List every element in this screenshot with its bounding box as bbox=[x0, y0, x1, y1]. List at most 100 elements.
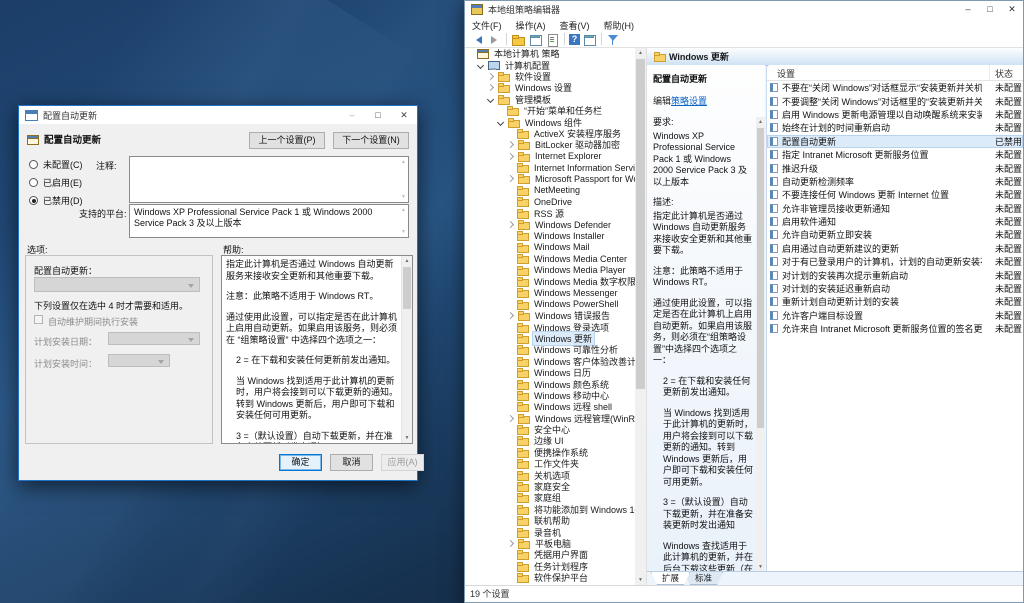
tree-item[interactable]: Internet Information Services bbox=[465, 162, 635, 173]
radio-button-icon[interactable] bbox=[29, 160, 38, 169]
chevron-right-icon[interactable] bbox=[507, 540, 514, 547]
chevron-down-icon[interactable] bbox=[497, 118, 504, 125]
scroll-thumb[interactable] bbox=[757, 128, 764, 428]
setting-row-selected[interactable]: 配置自动更新已禁用 bbox=[767, 135, 1023, 148]
setting-row[interactable]: 允许非管理员接收更新通知未配置 bbox=[767, 202, 1023, 215]
minimize-icon[interactable]: – bbox=[339, 106, 365, 124]
setting-row[interactable]: 启用软件通知未配置 bbox=[767, 215, 1023, 228]
comment-input[interactable]: ▲ ▼ bbox=[129, 156, 409, 203]
setting-row[interactable]: 指定 Intranet Microsoft 更新服务位置未配置 bbox=[767, 148, 1023, 161]
radio-button-icon[interactable] bbox=[29, 196, 38, 205]
previous-setting-button[interactable]: 上一个设置(P) bbox=[249, 132, 325, 149]
tree-item[interactable]: Windows Messenger bbox=[465, 287, 635, 298]
tree-scrollbar[interactable]: ▲ ▼ bbox=[635, 48, 646, 585]
apply-button[interactable]: 应用(A) bbox=[381, 454, 424, 471]
tree-item[interactable]: RSS 源 bbox=[465, 207, 635, 218]
scroll-up-icon[interactable]: ▲ bbox=[635, 48, 646, 58]
ok-button[interactable]: 确定 bbox=[279, 454, 322, 471]
tree-item[interactable]: Windows Defender bbox=[465, 219, 635, 230]
view-tabs: 扩展 标准 bbox=[647, 571, 1023, 585]
scroll-up-icon[interactable]: ▲ bbox=[402, 256, 412, 266]
description-scrollbar[interactable]: ▲ ▼ bbox=[756, 117, 765, 572]
tree-item[interactable]: Windows Media Center bbox=[465, 253, 635, 264]
chevron-right-icon[interactable] bbox=[507, 415, 514, 422]
menu-item[interactable]: 查看(V) bbox=[553, 18, 597, 31]
scroll-thumb[interactable] bbox=[636, 59, 645, 389]
scroll-down-icon[interactable]: ▼ bbox=[402, 433, 412, 443]
tree-item[interactable]: Windows Media 数字权限管理 bbox=[465, 276, 635, 287]
help-scrollbar[interactable]: ▲ ▼ bbox=[401, 256, 412, 443]
setting-row[interactable]: 不要连接任何 Windows 更新 Internet 位置未配置 bbox=[767, 188, 1023, 201]
close-icon[interactable]: ✕ bbox=[1001, 1, 1023, 18]
setting-row[interactable]: 重新计划自动更新计划的安装未配置 bbox=[767, 295, 1023, 308]
setting-row[interactable]: 对于有已登录用户的计算机，计划的自动更新安装不执行重...未配置 bbox=[767, 255, 1023, 268]
setting-row[interactable]: 始终在计划的时间重新启动未配置 bbox=[767, 121, 1023, 134]
maximize-icon[interactable]: □ bbox=[365, 106, 391, 124]
menu-item[interactable]: 帮助(H) bbox=[597, 18, 642, 31]
help-icon[interactable]: ? bbox=[569, 34, 580, 45]
tree-item[interactable]: NetMeeting bbox=[465, 185, 635, 196]
setting-row[interactable]: 启用通过自动更新建议的更新未配置 bbox=[767, 242, 1023, 255]
edit-policy-link[interactable]: 策略设置 bbox=[671, 96, 707, 106]
setting-row[interactable]: 自动更新检测频率未配置 bbox=[767, 175, 1023, 188]
radio-enabled[interactable]: 已启用(E) bbox=[29, 176, 82, 189]
tree-item[interactable]: Windows Installer bbox=[465, 230, 635, 241]
radio-not-configured[interactable]: 未配置(C) bbox=[29, 158, 83, 171]
setting-row[interactable]: 不要在“关闭 Windows”对话框显示“安装更新并关机”未配置 bbox=[767, 81, 1023, 94]
chevron-right-icon[interactable] bbox=[487, 84, 494, 91]
console-window-icon[interactable] bbox=[528, 33, 543, 46]
minimize-icon[interactable]: – bbox=[957, 1, 979, 18]
radio-button-icon[interactable] bbox=[29, 178, 38, 187]
gpedit-titlebar[interactable]: 本地组策略编辑器 – □ ✕ bbox=[465, 1, 1023, 18]
scroll-up-icon[interactable]: ▲ bbox=[756, 117, 765, 127]
chevron-down-icon[interactable] bbox=[477, 62, 484, 69]
maintenance-checkbox[interactable] bbox=[34, 315, 43, 324]
setting-row[interactable]: 启用 Windows 更新电源管理以自动唤醒系统来安装计划的...未配置 bbox=[767, 108, 1023, 121]
setting-row[interactable]: 不要调整“关闭 Windows”对话框里的“安装更新并关机”的默...未配置 bbox=[767, 94, 1023, 107]
radio-disabled[interactable]: 已禁用(D) bbox=[29, 194, 83, 207]
column-setting[interactable]: 设置 bbox=[777, 67, 795, 80]
column-state[interactable]: 状态 bbox=[995, 67, 1013, 80]
chevron-right-icon[interactable] bbox=[507, 221, 514, 228]
close-icon[interactable]: ✕ bbox=[391, 106, 417, 124]
chevron-right-icon[interactable] bbox=[487, 73, 494, 80]
policy-setting-icon bbox=[770, 257, 778, 266]
chevron-down-icon[interactable] bbox=[487, 96, 494, 103]
chevron-right-icon[interactable] bbox=[507, 153, 514, 160]
forward-icon[interactable] bbox=[487, 33, 502, 46]
tab-standard[interactable]: 标准 bbox=[684, 572, 723, 585]
filter-icon[interactable] bbox=[606, 33, 621, 46]
setting-row[interactable]: 允许来自 Intranet Microsoft 更新服务位置的签名更新未配置 bbox=[767, 322, 1023, 335]
setting-row[interactable]: 允许客户端目标设置未配置 bbox=[767, 309, 1023, 322]
supported-platform-box[interactable]: Windows XP Professional Service Pack 1 或… bbox=[129, 204, 409, 238]
up-level-folder-icon[interactable] bbox=[511, 33, 526, 46]
tree-item[interactable]: Windows Mail bbox=[465, 242, 635, 253]
dialog-titlebar[interactable]: 配置自动更新 – □ ✕ bbox=[19, 106, 417, 124]
tree-item[interactable]: Microsoft Passport for Work bbox=[465, 173, 635, 184]
setting-row[interactable]: 允许自动更新立即安装未配置 bbox=[767, 228, 1023, 241]
maximize-icon[interactable]: □ bbox=[979, 1, 1001, 18]
chevron-right-icon[interactable] bbox=[507, 175, 514, 182]
back-icon[interactable] bbox=[470, 33, 485, 46]
export-list-icon[interactable] bbox=[545, 33, 560, 46]
tree-item[interactable]: BitLocker 驱动器加密 bbox=[465, 139, 635, 150]
chevron-right-icon[interactable] bbox=[507, 312, 514, 319]
install-time-select[interactable] bbox=[108, 354, 170, 367]
properties-window-icon[interactable] bbox=[582, 33, 597, 46]
menu-item[interactable]: 文件(F) bbox=[465, 18, 509, 31]
chevron-right-icon[interactable] bbox=[507, 141, 514, 148]
tree-item[interactable]: Internet Explorer bbox=[465, 151, 635, 162]
menu-item[interactable]: 操作(A) bbox=[509, 18, 553, 31]
scroll-down-icon[interactable]: ▼ bbox=[635, 575, 646, 585]
scroll-thumb[interactable] bbox=[403, 267, 411, 309]
tree-item[interactable]: 软件保护平台 bbox=[465, 572, 635, 583]
setting-row[interactable]: 对计划的安装延迟重新启动未配置 bbox=[767, 282, 1023, 295]
next-setting-button[interactable]: 下一个设置(N) bbox=[333, 132, 409, 149]
tree-item-label: Windows Defender bbox=[533, 220, 613, 230]
cancel-button[interactable]: 取消 bbox=[330, 454, 373, 471]
auto-update-mode-select[interactable] bbox=[34, 277, 200, 292]
setting-row[interactable]: 对计划的安装再次提示重新启动未配置 bbox=[767, 268, 1023, 281]
tab-extended[interactable]: 扩展 bbox=[651, 572, 690, 585]
install-day-select[interactable] bbox=[108, 332, 200, 345]
setting-row[interactable]: 推迟升级未配置 bbox=[767, 161, 1023, 174]
